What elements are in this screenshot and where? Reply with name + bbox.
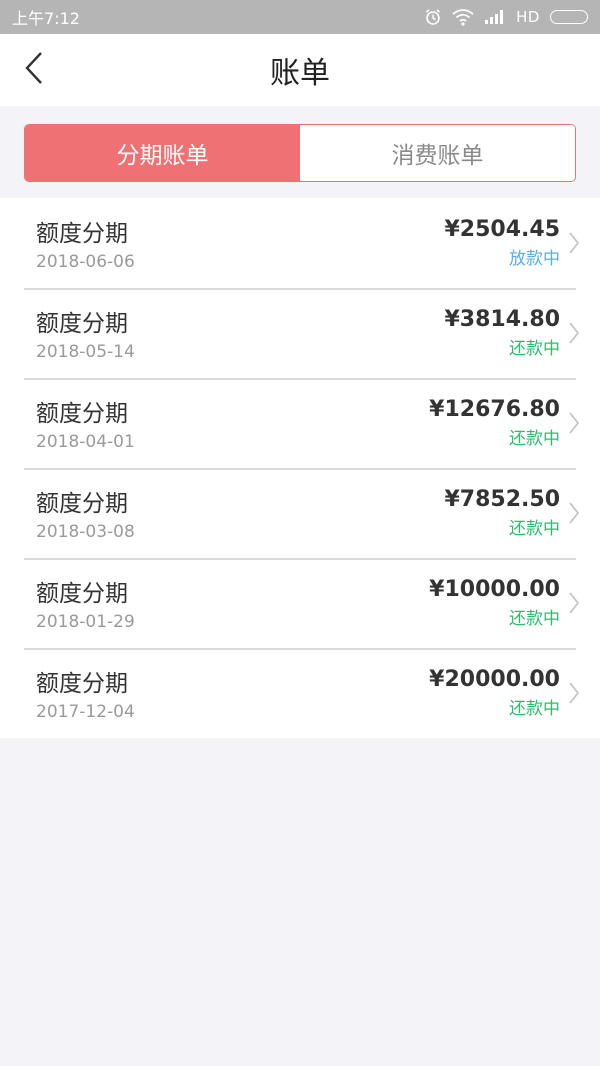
bill-row[interactable]: 额度分期 2018-03-08 ¥7852.50 还款中	[0, 468, 600, 558]
chevron-right-icon	[568, 591, 580, 615]
bill-summary: ¥7852.50 还款中	[444, 487, 580, 539]
nav-bar: 账单	[0, 34, 600, 106]
tab-installment-bills[interactable]: 分期账单	[25, 125, 300, 181]
tab-consumption-bills[interactable]: 消费账单	[300, 125, 575, 181]
bill-summary: ¥2504.45 放款中	[444, 217, 580, 269]
chevron-right-icon	[568, 231, 580, 255]
bill-status: 还款中	[509, 429, 560, 449]
bill-amount: ¥7852.50	[444, 487, 560, 512]
bill-date: 2018-05-14	[36, 342, 135, 362]
bill-info: 额度分期 2018-03-08	[36, 484, 135, 542]
bill-date: 2017-12-04	[36, 702, 135, 722]
status-bar: 上午7:12 HD	[0, 0, 600, 34]
bill-status: 还款中	[509, 339, 560, 359]
bill-row[interactable]: 额度分期 2018-06-06 ¥2504.45 放款中	[0, 198, 600, 288]
bill-summary: ¥20000.00 还款中	[429, 667, 580, 719]
battery-icon	[550, 10, 588, 24]
bill-date: 2018-06-06	[36, 252, 135, 272]
back-button[interactable]	[14, 50, 54, 90]
chevron-right-icon	[568, 411, 580, 435]
bill-amount-block: ¥7852.50 还款中	[444, 487, 560, 539]
bill-amount-block: ¥10000.00 还款中	[429, 577, 560, 629]
bill-amount: ¥3814.80	[444, 307, 560, 332]
segmented-tabs: 分期账单 消费账单	[24, 124, 576, 182]
bill-row[interactable]: 额度分期 2017-12-04 ¥20000.00 还款中	[0, 648, 600, 738]
bill-row[interactable]: 额度分期 2018-04-01 ¥12676.80 还款中	[0, 378, 600, 468]
bill-info: 额度分期 2018-05-14	[36, 304, 135, 362]
wifi-icon	[452, 8, 474, 26]
bill-row[interactable]: 额度分期 2018-01-29 ¥10000.00 还款中	[0, 558, 600, 648]
bill-summary: ¥10000.00 还款中	[429, 577, 580, 629]
bill-amount: ¥10000.00	[429, 577, 560, 602]
bill-status: 还款中	[509, 519, 560, 539]
bill-amount: ¥12676.80	[429, 397, 560, 422]
bill-name: 额度分期	[36, 401, 128, 427]
bill-amount: ¥20000.00	[429, 667, 560, 692]
bill-amount-block: ¥3814.80 还款中	[444, 307, 560, 359]
tab-label: 消费账单	[391, 143, 484, 169]
bill-name: 额度分期	[36, 491, 128, 517]
bill-name: 额度分期	[36, 581, 128, 607]
tab-bar-container: 分期账单 消费账单	[0, 106, 600, 198]
status-icons: HD	[424, 8, 588, 26]
bill-info: 额度分期 2018-04-01	[36, 394, 135, 452]
bill-status: 还款中	[509, 699, 560, 719]
bill-info: 额度分期 2018-06-06	[36, 214, 135, 272]
bill-status: 还款中	[509, 609, 560, 629]
chevron-right-icon	[568, 501, 580, 525]
bill-amount-block: ¥20000.00 还款中	[429, 667, 560, 719]
bill-date: 2018-01-29	[36, 612, 135, 632]
network-type: HD	[516, 8, 540, 26]
bill-summary: ¥12676.80 还款中	[429, 397, 580, 449]
bill-date: 2018-03-08	[36, 522, 135, 542]
chevron-right-icon	[568, 681, 580, 705]
alarm-icon	[424, 8, 442, 26]
bill-info: 额度分期 2018-01-29	[36, 574, 135, 632]
page-title: 账单	[270, 56, 330, 91]
tab-label: 分期账单	[116, 143, 209, 169]
bill-name: 额度分期	[36, 311, 128, 337]
bill-info: 额度分期 2017-12-04	[36, 664, 135, 722]
bill-status: 放款中	[509, 249, 560, 269]
signal-icon	[484, 9, 506, 25]
bill-date: 2018-04-01	[36, 432, 135, 452]
chevron-right-icon	[568, 321, 580, 345]
bill-row[interactable]: 额度分期 2018-05-14 ¥3814.80 还款中	[0, 288, 600, 378]
bill-list: 额度分期 2018-06-06 ¥2504.45 放款中 额度分期 2018-0…	[0, 198, 600, 738]
bill-name: 额度分期	[36, 671, 128, 697]
bill-name: 额度分期	[36, 221, 128, 247]
status-time: 上午7:12	[12, 9, 80, 28]
chevron-left-icon	[24, 51, 44, 89]
bill-amount-block: ¥12676.80 还款中	[429, 397, 560, 449]
bill-summary: ¥3814.80 还款中	[444, 307, 580, 359]
bill-amount-block: ¥2504.45 放款中	[444, 217, 560, 269]
bill-amount: ¥2504.45	[444, 217, 560, 242]
